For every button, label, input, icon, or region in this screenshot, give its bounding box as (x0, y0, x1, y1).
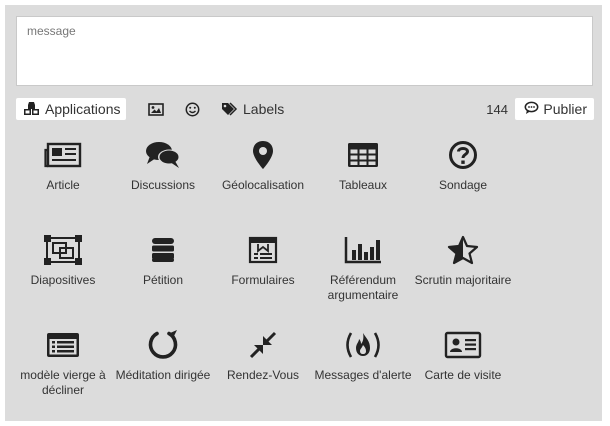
app-tableaux[interactable]: Tableaux (313, 138, 413, 233)
app-geolocalisation[interactable]: Géolocalisation (213, 138, 313, 233)
star-half-icon (443, 233, 483, 267)
app-label: Tableaux (338, 178, 388, 192)
app-diapositives[interactable]: Diapositives (13, 233, 113, 328)
app-referendum-argumentaire[interactable]: Référendum argumentaire (313, 233, 413, 328)
app-carte-de-visite[interactable]: Carte de visite (413, 328, 513, 423)
app-scrutin-majoritaire[interactable]: Scrutin majoritaire (413, 233, 513, 328)
comment-icon (524, 101, 539, 118)
publish-button[interactable]: Publier (515, 98, 594, 120)
app-label: Article (46, 178, 80, 192)
app-label: Géolocalisation (221, 178, 305, 192)
app-label: Pétition (142, 273, 184, 287)
image-button[interactable] (144, 98, 168, 120)
app-discussions[interactable]: Discussions (113, 138, 213, 233)
address-card-icon (443, 328, 483, 362)
question-circle-icon (443, 138, 483, 172)
labels-button[interactable]: Labels (217, 98, 288, 120)
app-meditation-dirigee[interactable]: Méditation dirigée (113, 328, 213, 423)
app-petition[interactable]: Pétition (113, 233, 213, 328)
applications-grid: Article Discussions Géolocalisation Tabl… (13, 138, 523, 423)
map-marker-icon (243, 138, 283, 172)
table-icon (343, 138, 383, 172)
app-rendez-vous[interactable]: Rendez-Vous (213, 328, 313, 423)
app-label: Scrutin majoritaire (414, 273, 512, 287)
publish-label: Publier (543, 101, 587, 117)
app-modele-vierge[interactable]: modèle vierge à décliner (13, 328, 113, 423)
app-label: Messages d'alerte (314, 368, 412, 382)
composer-toolbar: Applications Labels 144 Publier (16, 97, 594, 121)
app-label: Référendum argumentaire (327, 273, 399, 302)
app-label: Carte de visite (424, 368, 502, 382)
applications-button[interactable]: Applications (16, 98, 126, 120)
applications-label: Applications (45, 101, 121, 117)
app-sondage[interactable]: Sondage (413, 138, 513, 233)
app-label: Rendez-Vous (226, 368, 300, 382)
compress-icon (243, 328, 283, 362)
app-label: Sondage (438, 178, 488, 192)
app-label: Discussions (130, 178, 196, 192)
object-group-icon (43, 233, 83, 267)
labels-label: Labels (243, 101, 285, 117)
list-alt-icon (43, 328, 83, 362)
message-input[interactable] (16, 16, 593, 86)
database-icon (143, 233, 183, 267)
form-icon (243, 233, 283, 267)
emoji-button[interactable] (181, 98, 204, 120)
app-messages-alerte[interactable]: Messages d'alerte (313, 328, 413, 423)
cubes-icon (23, 102, 41, 116)
newspaper-icon (43, 138, 83, 172)
character-count: 144 (486, 102, 508, 117)
tags-icon (221, 102, 239, 116)
bar-chart-icon (343, 233, 383, 267)
smile-icon (185, 102, 200, 117)
comments-icon (143, 138, 183, 172)
app-label: Formulaires (231, 273, 295, 287)
app-label: Diapositives (30, 273, 96, 287)
image-icon (148, 102, 164, 116)
fire-alert-icon (343, 328, 383, 362)
composer-panel: Applications (5, 5, 602, 421)
app-label: modèle vierge à décliner (20, 368, 106, 397)
app-label: Méditation dirigée (115, 368, 211, 382)
circle-notch-icon (143, 328, 183, 362)
app-article[interactable]: Article (13, 138, 113, 233)
app-formulaires[interactable]: Formulaires (213, 233, 313, 328)
